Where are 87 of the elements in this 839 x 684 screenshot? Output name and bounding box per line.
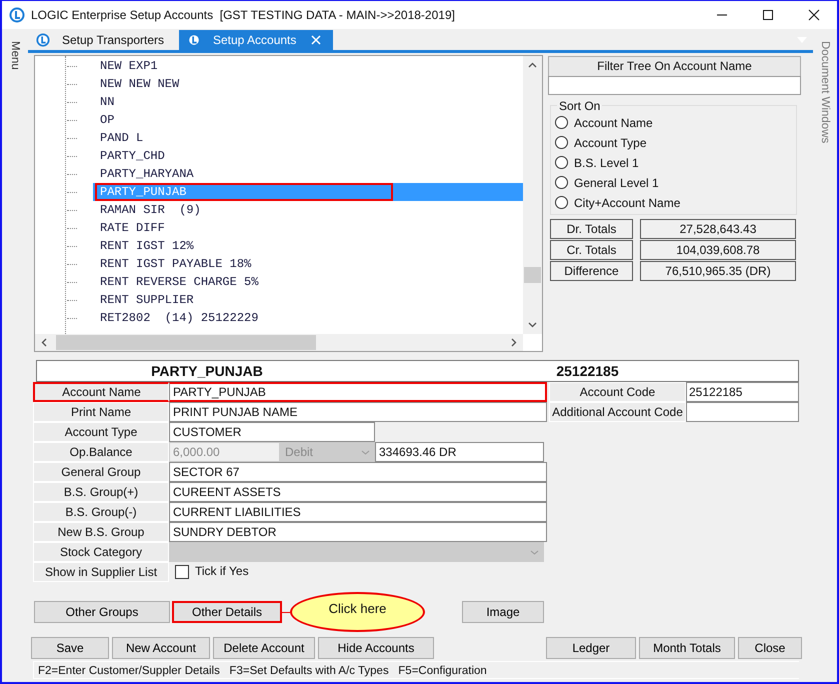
field-label: Additional Account Code xyxy=(549,402,686,422)
maximize-icon[interactable] xyxy=(762,9,774,21)
menu-tab[interactable]: Menu xyxy=(9,41,21,70)
field-label: Account Name xyxy=(33,382,169,402)
text-field[interactable]: 25122185 xyxy=(686,382,799,402)
account-code-heading: 25122185 xyxy=(555,363,620,379)
action-button[interactable]: Image xyxy=(462,601,544,623)
account-name-heading: PARTY_PUNJAB xyxy=(150,363,264,379)
scroll-right-icon[interactable] xyxy=(511,338,517,347)
close-icon[interactable] xyxy=(808,9,820,21)
scroll-thumb[interactable] xyxy=(524,267,541,283)
field-label: New B.S. Group xyxy=(33,522,169,542)
field-label: B.S. Group(-) xyxy=(33,502,169,522)
tab-logo-icon xyxy=(36,33,50,47)
radio-option[interactable]: General Level 1 xyxy=(555,174,796,191)
field-label: Show in Supplier List xyxy=(33,562,169,582)
text-field[interactable]: PRINT PUNJAB NAME xyxy=(169,402,547,422)
checkbox-label: Tick if Yes xyxy=(195,563,249,580)
field-label: General Group xyxy=(33,462,169,482)
tree-item[interactable]: RATE DIFF xyxy=(95,219,170,237)
window-title: LOGIC Enterprise Setup Accounts [GST TESTING DATA - MAIN->>2018-2019] xyxy=(31,8,456,22)
filter-label: Filter Tree On Account Name xyxy=(548,56,801,76)
toolbar-button[interactable]: Close xyxy=(738,637,802,659)
sort-title: Sort On xyxy=(557,99,602,113)
radio-option[interactable]: Account Type xyxy=(555,134,796,151)
scroll-down-icon[interactable] xyxy=(528,322,537,328)
toolbar-button[interactable]: New Account xyxy=(112,637,210,659)
horizontal-scrollbar[interactable] xyxy=(35,334,523,351)
scroll-left-icon[interactable] xyxy=(41,338,47,347)
filter-field[interactable] xyxy=(548,76,801,95)
radio-option[interactable]: Account Name xyxy=(555,114,796,131)
callout-bubble: Click here xyxy=(290,592,425,632)
tree-item[interactable]: PARTY_HARYANA xyxy=(95,165,199,183)
total-value: 76,510,965.35 (DR) xyxy=(640,261,796,281)
action-button[interactable]: Other Details xyxy=(172,601,282,623)
total-value: 27,528,643.43 xyxy=(640,219,796,239)
tree-item[interactable]: OP xyxy=(95,111,120,129)
text-field[interactable]: SECTOR 67 xyxy=(169,462,547,482)
tree-item[interactable]: NEW NEW NEW xyxy=(95,75,184,93)
action-button[interactable]: Other Groups xyxy=(34,601,170,623)
field-label: Account Code xyxy=(549,382,686,402)
text-field[interactable]: PARTY_PUNJAB xyxy=(169,382,547,402)
close-tab-icon[interactable] xyxy=(311,35,321,45)
tree-item[interactable]: RENT SUPPLIER xyxy=(95,291,199,309)
scroll-up-icon[interactable] xyxy=(528,62,537,68)
status-bar: F2=Enter Customer/Suppler Details F3=Set Defaults with A/c Types F5=Configuration xyxy=(33,661,799,679)
field-label: Account Type xyxy=(33,422,169,442)
text-field[interactable]: SUNDRY DEBTOR xyxy=(169,522,547,542)
tree-item[interactable]: RAMAN SIR (9) xyxy=(95,201,206,219)
tree-item[interactable]: RENT REVERSE CHARGE 5% xyxy=(95,273,264,291)
tree-item[interactable]: RENT IGST PAYABLE 18% xyxy=(95,255,256,273)
toolbar-button[interactable]: Hide Accounts xyxy=(318,637,434,659)
text-field[interactable]: CUREENT ASSETS xyxy=(169,482,547,502)
radio-option[interactable]: City+Account Name xyxy=(555,194,796,211)
toolbar-button[interactable]: Month Totals xyxy=(639,637,735,659)
vertical-scrollbar[interactable] xyxy=(523,56,542,334)
toolbar-button[interactable]: Save xyxy=(31,637,109,659)
total-label: Cr. Totals xyxy=(550,240,633,260)
toolbar-button[interactable]: Ledger xyxy=(546,637,636,659)
field-label: Print Name xyxy=(33,402,169,422)
total-value: 104,039,608.78 xyxy=(640,240,796,260)
closing-balance-field: 334693.46 DR xyxy=(375,442,544,462)
text-field[interactable] xyxy=(686,402,799,422)
app-logo-icon xyxy=(9,7,25,23)
checkbox[interactable] xyxy=(175,565,189,579)
tree-item[interactable]: PARTY_CHD xyxy=(95,147,170,165)
tab[interactable]: Setup Accounts xyxy=(179,30,333,50)
field-label: B.S. Group(+) xyxy=(33,482,169,502)
document-windows-tab[interactable]: Document Windows xyxy=(819,41,831,144)
total-label: Dr. Totals xyxy=(550,219,633,239)
total-label: Difference xyxy=(550,261,633,281)
chevron-down-icon xyxy=(361,450,370,454)
toolbar-button[interactable]: Delete Account xyxy=(213,637,315,659)
chevron-down-icon xyxy=(530,550,539,554)
radio-option[interactable]: B.S. Level 1 xyxy=(555,154,796,171)
field-label: Stock Category xyxy=(33,542,169,562)
tree-item[interactable]: NN xyxy=(95,93,120,111)
field-label: Op.Balance xyxy=(33,442,169,462)
tree-item[interactable]: PAND L xyxy=(95,129,148,147)
tree-item[interactable]: RENT IGST 12% xyxy=(95,237,199,255)
text-field[interactable]: CUSTOMER xyxy=(169,422,375,442)
text-field[interactable]: CURRENT LIABILITIES xyxy=(169,502,547,522)
tree-item[interactable]: RET2802 (14) 25122229 xyxy=(95,309,264,327)
tree-item[interactable]: NEW EXP1 xyxy=(95,57,163,75)
tab-logo-icon xyxy=(187,33,201,47)
tab[interactable]: Setup Transporters xyxy=(28,30,179,50)
scroll-thumb[interactable] xyxy=(56,335,316,350)
